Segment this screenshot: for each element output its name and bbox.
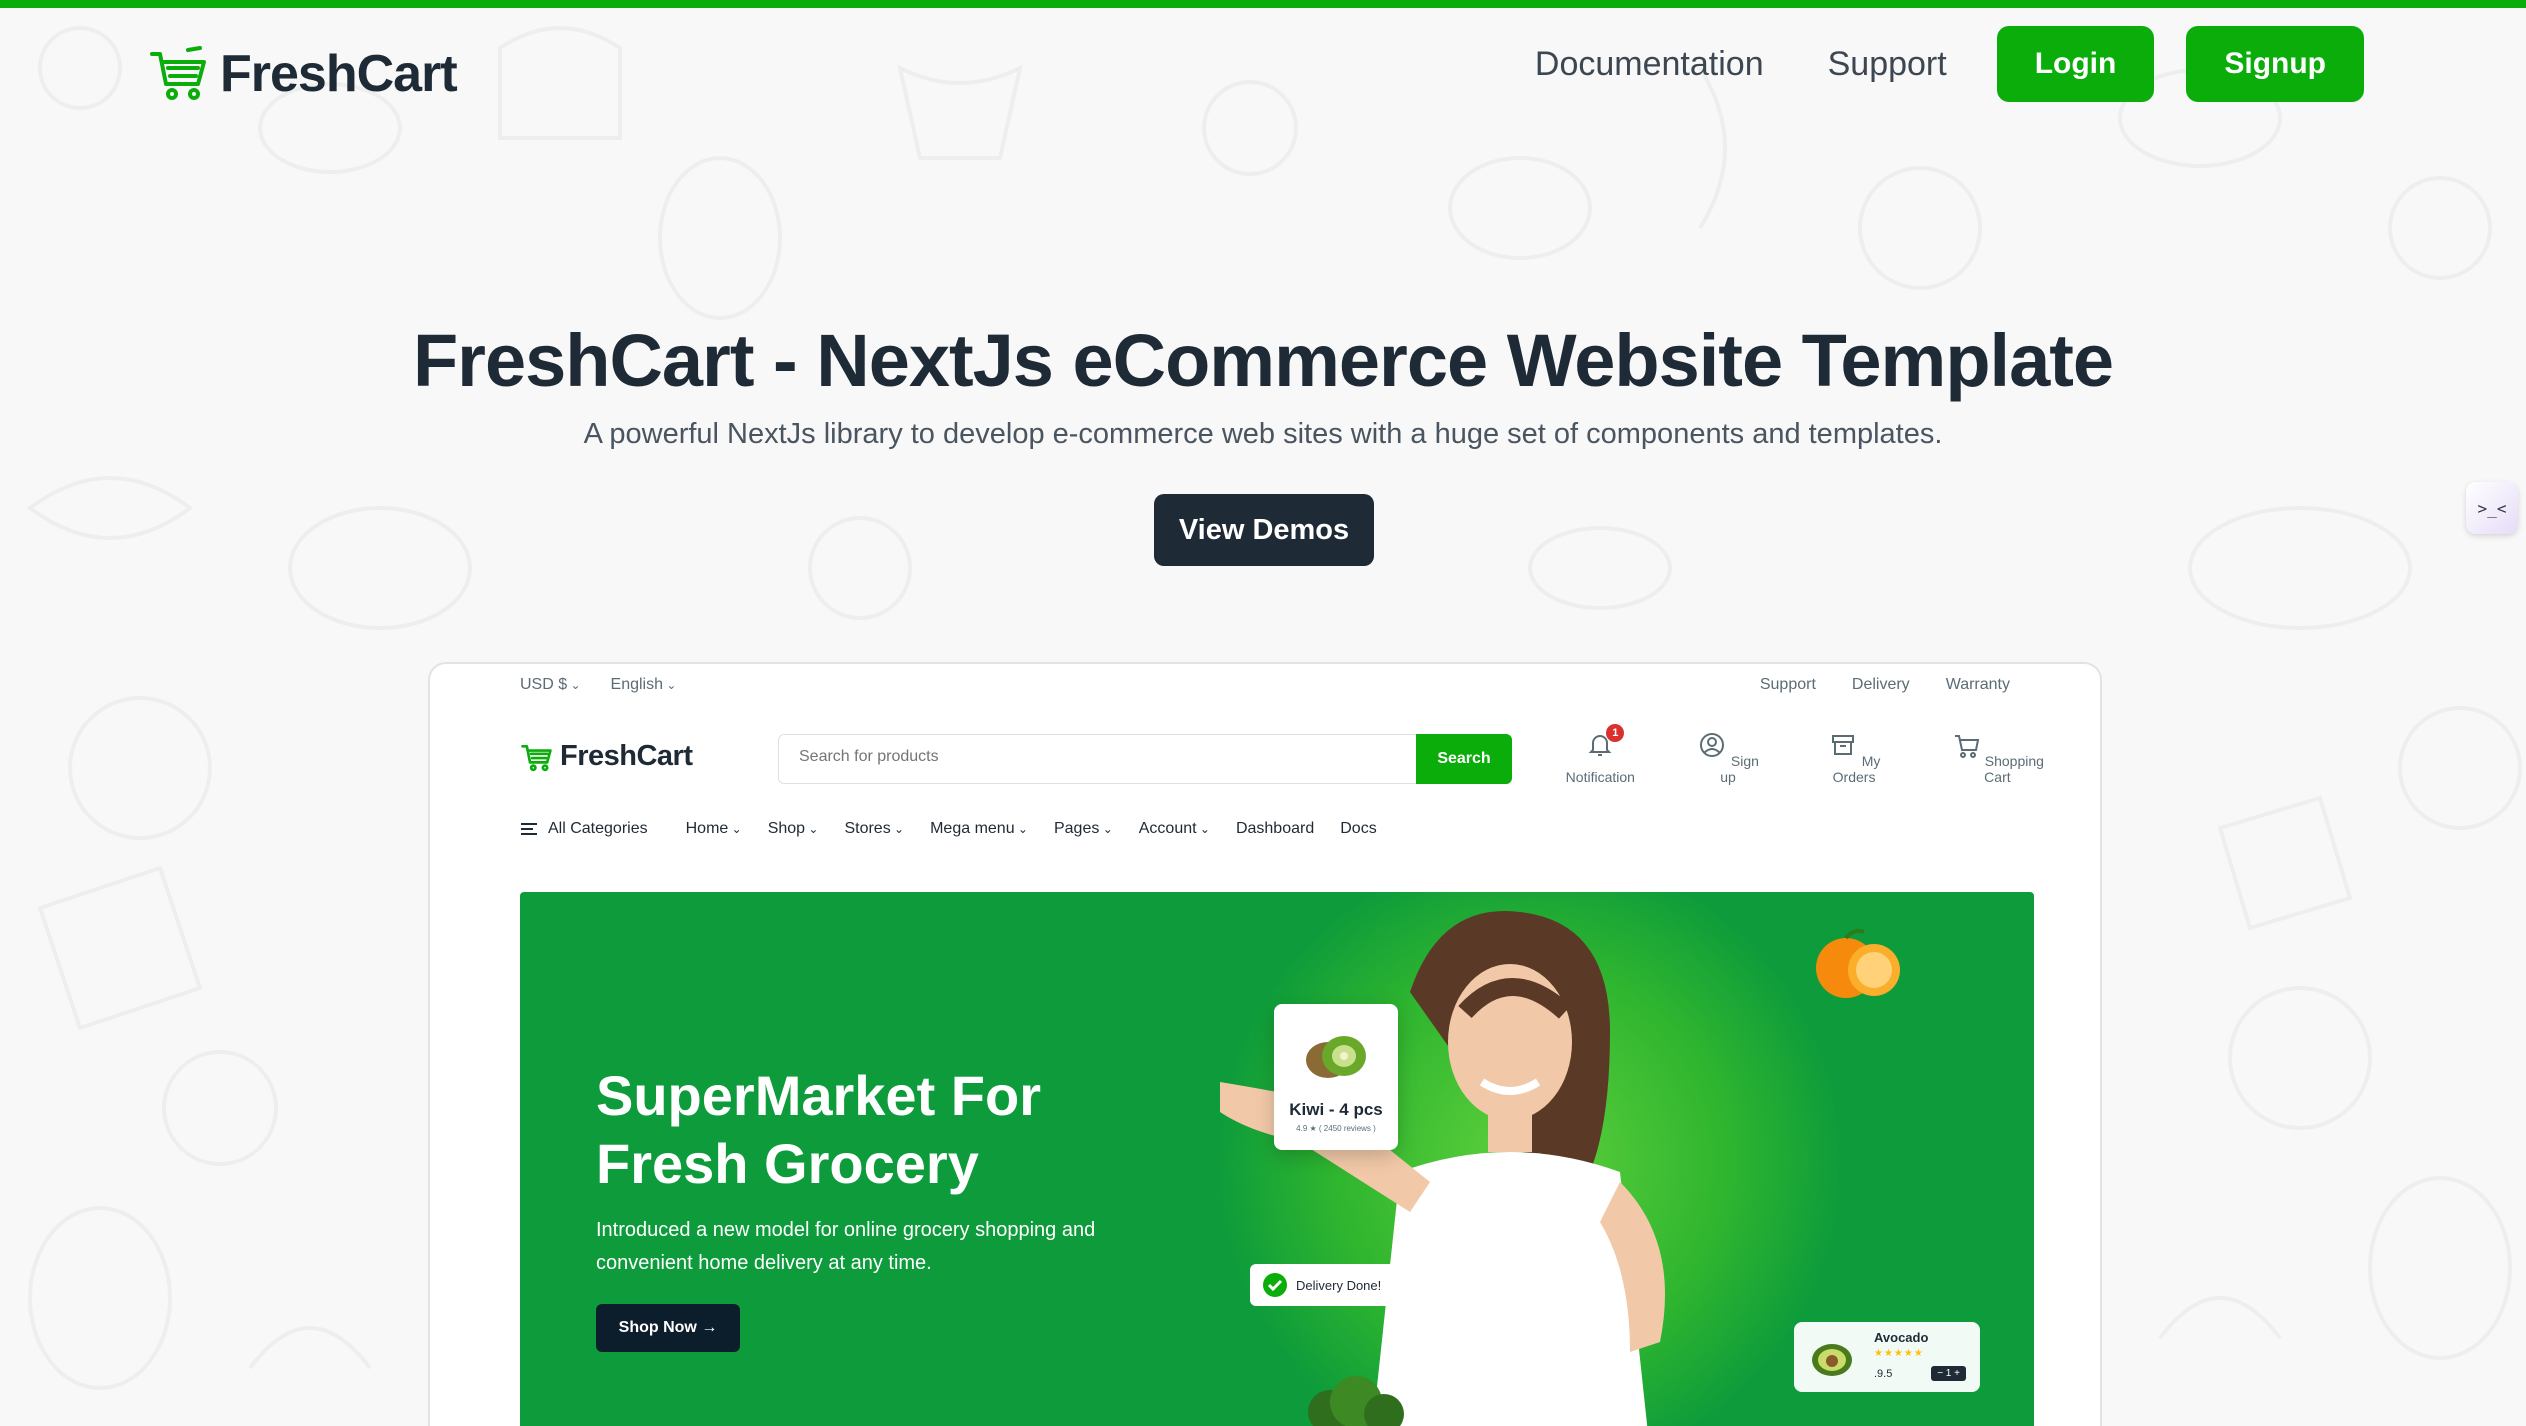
menu-docs[interactable]: Docs bbox=[1340, 820, 1376, 838]
preview-search: Search bbox=[778, 734, 1512, 784]
menu-pages[interactable]: Pages bbox=[1054, 820, 1113, 838]
menu-home[interactable]: Home bbox=[686, 820, 742, 838]
woman-model-image bbox=[1220, 911, 1665, 1426]
currency-select[interactable]: USD $ bbox=[520, 676, 581, 694]
preview-search-button[interactable]: Search bbox=[1416, 734, 1512, 784]
language-select[interactable]: English bbox=[611, 676, 677, 694]
all-categories-label: All Categories bbox=[548, 820, 648, 837]
oranges-image bbox=[1816, 928, 1900, 998]
menu-dashboard[interactable]: Dashboard bbox=[1236, 820, 1314, 838]
shop-now-button[interactable]: Shop Now → bbox=[596, 1304, 740, 1352]
delivery-done-text: Delivery Done! bbox=[1296, 1277, 1382, 1293]
view-demos-button[interactable]: View Demos bbox=[1154, 494, 1374, 566]
archive-icon bbox=[1831, 735, 1854, 755]
check-circle-icon bbox=[1263, 1273, 1287, 1297]
notification-label: Notification bbox=[1565, 769, 1635, 785]
preview-signup[interactable]: Sign up bbox=[1695, 730, 1762, 785]
menu-mega-menu[interactable]: Mega menu bbox=[930, 820, 1028, 838]
side-widget-button[interactable]: >_< bbox=[2466, 482, 2518, 534]
banner-title-line2: Fresh Grocery bbox=[596, 1132, 979, 1195]
broccoli-image bbox=[1308, 1376, 1404, 1426]
notification-badge: 1 bbox=[1606, 724, 1625, 742]
kiwi-name: Kiwi - 4 pcs bbox=[1289, 1100, 1383, 1119]
login-button[interactable]: Login bbox=[1996, 26, 2155, 102]
preview-link-warranty[interactable]: Warranty bbox=[1946, 676, 2010, 694]
nav-support[interactable]: Support bbox=[1828, 45, 1947, 84]
hero-title: FreshCart - NextJs eCommerce Website Tem… bbox=[412, 319, 2114, 402]
preview-topbar: USD $ English Support Delivery Warranty bbox=[520, 676, 2010, 706]
menu-lines-icon bbox=[521, 823, 537, 835]
signup-button[interactable]: Signup bbox=[2186, 26, 2364, 102]
preview-cart-logo-icon bbox=[521, 744, 552, 771]
template-preview: USD $ English Support Delivery Warranty … bbox=[428, 662, 2102, 1426]
preview-notification[interactable]: 1 Notification bbox=[1558, 724, 1643, 785]
kiwi-image bbox=[1306, 1036, 1366, 1078]
avocado-product-card[interactable]: Avocado ★★★★★ .9.5 − 1 + bbox=[1794, 1322, 1980, 1392]
preview-orders[interactable]: My Orders bbox=[1813, 730, 1894, 785]
banner-title-line1: SuperMarket For bbox=[596, 1064, 1041, 1127]
brand-logo[interactable]: FreshCart bbox=[148, 44, 458, 104]
avocado-image bbox=[1812, 1344, 1852, 1376]
header-nav: Documentation Support Login Signup bbox=[1535, 26, 2364, 102]
avocado-name: Avocado bbox=[1874, 1330, 1929, 1345]
preview-link-delivery[interactable]: Delivery bbox=[1852, 676, 1910, 694]
preview-menu: All Categories Home Shop Stores Mega men… bbox=[520, 820, 1403, 838]
menu-account[interactable]: Account bbox=[1139, 820, 1210, 838]
brand-name: FreshCart bbox=[220, 45, 458, 103]
hero-banner: SuperMarket For Fresh Grocery Introduced… bbox=[520, 892, 2034, 1426]
preview-logo[interactable]: FreshCart bbox=[520, 740, 693, 773]
signup-label: Sign up bbox=[1720, 753, 1759, 785]
top-accent-bar bbox=[0, 0, 2526, 8]
site-header: FreshCart Documentation Support Login Si… bbox=[0, 8, 2526, 124]
cart-label: Shopping Cart bbox=[1984, 753, 2044, 785]
menu-stores[interactable]: Stores bbox=[844, 820, 904, 838]
preview-cart[interactable]: Shopping Cart bbox=[1947, 730, 2048, 785]
preview-search-input[interactable] bbox=[797, 747, 1341, 767]
kiwi-reviews: 4.9 ★ ( 2450 reviews ) bbox=[1296, 1124, 1376, 1133]
preview-brand-name: FreshCart bbox=[560, 740, 693, 772]
cart-icon bbox=[1954, 735, 1980, 758]
banner-text: Introduced a new model for online grocer… bbox=[596, 1219, 1096, 1274]
avocado-stars: ★★★★★ bbox=[1874, 1348, 1924, 1359]
user-icon bbox=[1700, 733, 1725, 757]
preview-link-support[interactable]: Support bbox=[1760, 676, 1816, 694]
banner-title: SuperMarket For Fresh Grocery bbox=[596, 1062, 1041, 1198]
all-categories-button[interactable]: All Categories bbox=[520, 820, 648, 838]
shop-now-label: Shop Now bbox=[618, 1319, 697, 1336]
kiwi-product-card[interactable]: Kiwi - 4 pcs 4.9 ★ ( 2450 reviews ) bbox=[1274, 1004, 1398, 1150]
nav-documentation[interactable]: Documentation bbox=[1535, 45, 1764, 84]
avocado-price: .9.5 bbox=[1874, 1368, 1893, 1380]
arrow-right-icon: → bbox=[701, 1319, 718, 1336]
hero-subtitle: A powerful NextJs library to develop e-c… bbox=[583, 418, 1943, 450]
shopping-cart-logo-icon bbox=[150, 46, 206, 100]
menu-shop[interactable]: Shop bbox=[768, 820, 819, 838]
delivery-done-toast: Delivery Done! bbox=[1250, 1264, 1408, 1306]
preview-header-icons: 1 Notification Sign up My Orders Shoppin… bbox=[1558, 724, 2100, 785]
avocado-quantity-stepper[interactable]: − 1 + bbox=[1931, 1366, 1966, 1381]
